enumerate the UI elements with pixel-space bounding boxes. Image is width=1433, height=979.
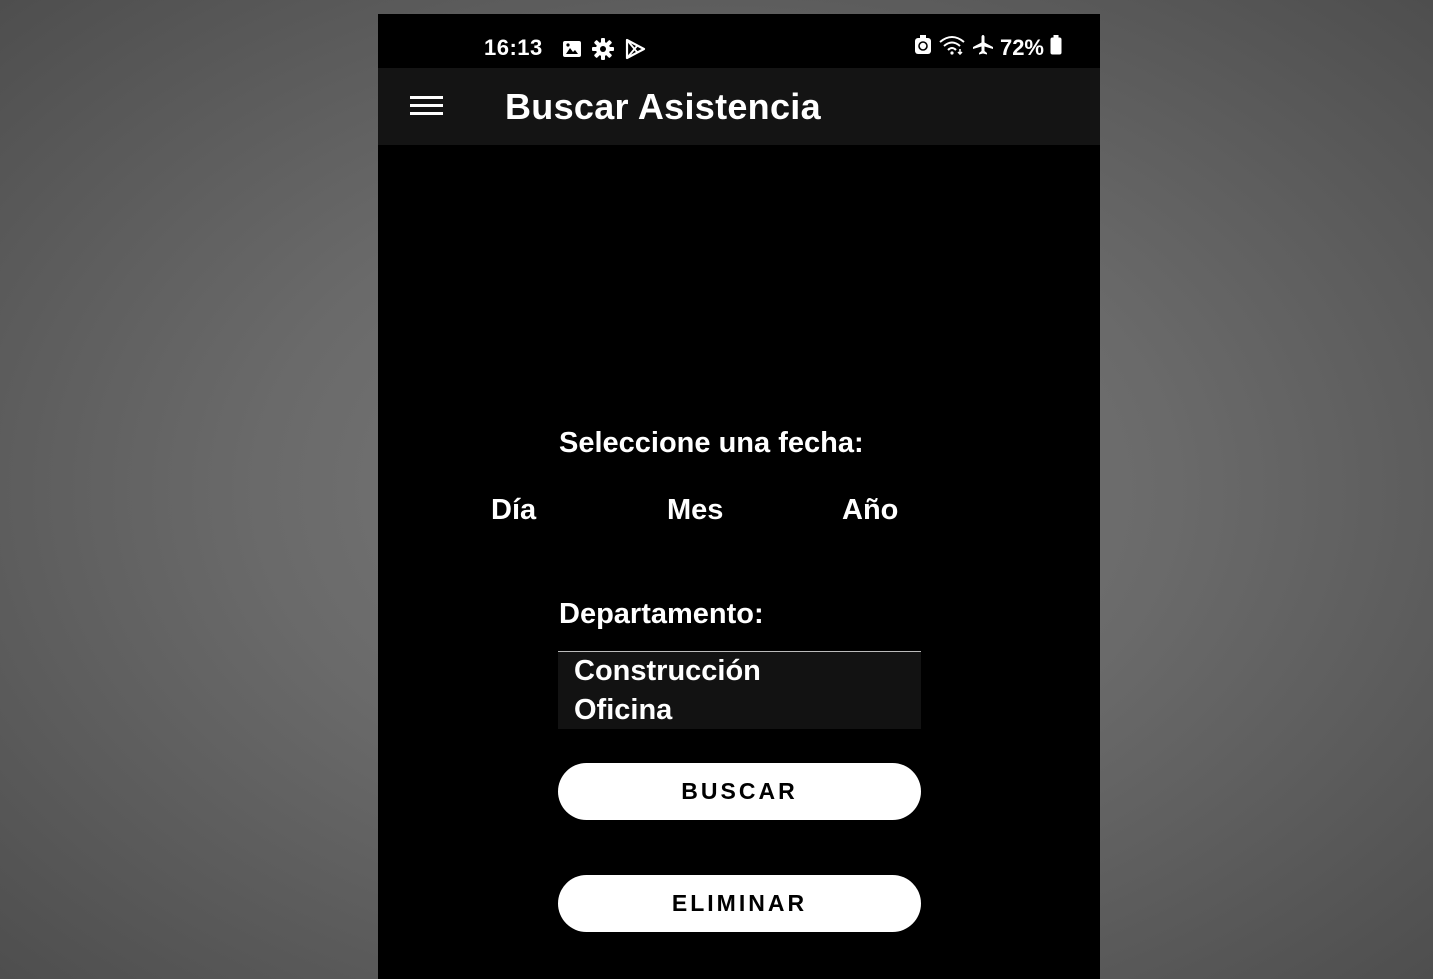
hamburger-menu-icon[interactable] (406, 90, 446, 122)
battery-percent: 72% (999, 35, 1044, 60)
status-bar: 16:13 72% (378, 14, 1100, 68)
year-selector[interactable]: Año (842, 494, 898, 527)
play-store-icon (624, 38, 646, 65)
page-title: Buscar Asistencia (505, 86, 821, 127)
date-section-label: Seleccione una fecha: (559, 427, 864, 459)
battery-icon (1050, 35, 1062, 61)
delete-button[interactable]: ELIMINAR (558, 875, 921, 932)
department-option-oficina[interactable]: Oficina (574, 694, 672, 727)
image-icon (562, 40, 582, 63)
day-selector[interactable]: Día (491, 494, 536, 527)
department-list[interactable]: Construcción Oficina (558, 651, 921, 729)
airplane-icon (972, 34, 994, 62)
department-option-construccion[interactable]: Construcción (574, 655, 761, 688)
department-label: Departamento: (559, 598, 764, 630)
month-selector[interactable]: Mes (667, 494, 723, 527)
phone-screen: 16:13 72% Buscar Asistencia Seleccione u… (378, 14, 1100, 979)
search-button[interactable]: BUSCAR (558, 763, 921, 820)
status-right-icons: 72% (914, 34, 1062, 62)
battery-saver-icon (914, 35, 932, 61)
gear-icon (592, 38, 614, 65)
app-bar: Buscar Asistencia (378, 68, 1100, 145)
status-time: 16:13 (484, 35, 543, 60)
wifi-icon (938, 35, 966, 61)
status-left-icons (562, 38, 646, 65)
